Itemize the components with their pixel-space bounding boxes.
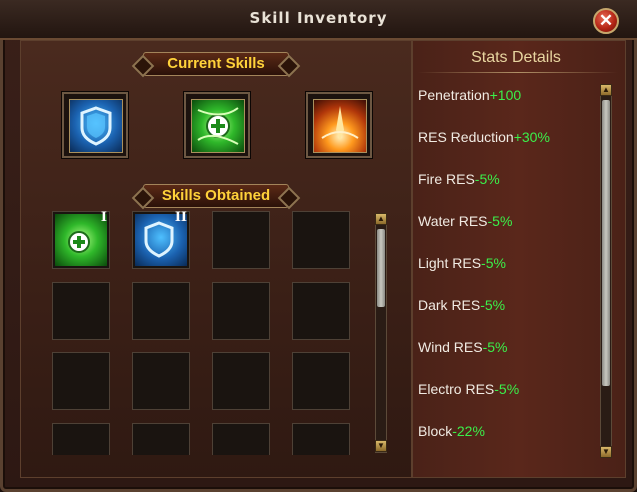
obtained-slot-8[interactable]: [292, 282, 350, 340]
obtained-slot-3[interactable]: [212, 211, 270, 269]
stats-scroll-down-button[interactable]: ▼: [600, 446, 612, 458]
shield-icon: [69, 99, 123, 153]
obtained-slot-13[interactable]: [52, 423, 110, 455]
stat-value: +30%: [513, 129, 550, 145]
title-bar: Skill Inventory ✕: [0, 0, 637, 40]
obtained-slot-6[interactable]: [132, 282, 190, 340]
stat-value: -5%: [487, 213, 513, 229]
obtained-slot-1[interactable]: I: [52, 210, 110, 269]
obtained-slot-7[interactable]: [212, 282, 270, 340]
stats-divider: [418, 72, 618, 73]
stat-value: -22%: [452, 423, 485, 439]
stat-value: -5%: [494, 381, 520, 397]
stat-label: Light RES: [418, 255, 482, 271]
stat-row: Wind RES-5%: [418, 339, 507, 355]
skills-obtained-grid: I II: [32, 197, 388, 455]
close-button[interactable]: ✕: [593, 8, 619, 34]
stat-label: Block: [418, 423, 453, 439]
stat-row: Penetration+100: [418, 87, 521, 103]
stat-value: -5%: [481, 255, 506, 271]
stat-row: Water RES-5%: [418, 213, 512, 229]
stat-label: Fire RES: [418, 171, 475, 187]
stat-value: +100: [489, 87, 522, 103]
stat-row: Fire RES-5%: [418, 171, 500, 187]
fire-burst-icon: [313, 99, 367, 153]
window-title: Skill Inventory: [249, 9, 388, 27]
stats-scroll-up-button[interactable]: ▲: [600, 84, 612, 96]
skills-scroll-up-button[interactable]: ▲: [375, 213, 387, 225]
stat-value: -5%: [482, 339, 508, 355]
stat-label: Penetration: [418, 87, 490, 103]
rank-label: II: [174, 210, 187, 225]
heal-icon: [191, 99, 245, 153]
stat-label: Water RES: [418, 213, 488, 229]
obtained-slot-15[interactable]: [212, 423, 270, 455]
rank-label: I: [100, 210, 107, 225]
skills-scroll-thumb[interactable]: [377, 229, 385, 307]
current-skill-slot-1[interactable]: [61, 91, 129, 159]
stat-label: Wind RES: [418, 339, 483, 355]
current-skill-slot-3[interactable]: [305, 91, 373, 159]
current-skill-slot-2[interactable]: [183, 91, 251, 159]
obtained-slot-12[interactable]: [292, 352, 350, 410]
stat-label: Dark RES: [418, 297, 481, 313]
obtained-slot-5[interactable]: [52, 282, 110, 340]
obtained-slot-4[interactable]: [292, 211, 350, 269]
close-icon: ✕: [598, 11, 614, 30]
stat-row: Light RES-5%: [418, 255, 506, 271]
stat-label: Electro RES: [418, 381, 495, 397]
obtained-slot-16[interactable]: [292, 423, 350, 455]
stat-row: Dark RES-5%: [418, 297, 505, 313]
obtained-slot-11[interactable]: [212, 352, 270, 410]
obtained-slot-10[interactable]: [132, 352, 190, 410]
current-skills-label: Current Skills: [167, 55, 265, 72]
obtained-slot-2[interactable]: II: [132, 210, 190, 269]
stat-label: RES Reduction: [418, 129, 514, 145]
stat-row: RES Reduction+30%: [418, 129, 550, 145]
stat-value: -5%: [474, 171, 500, 187]
stats-title: Stats Details: [471, 49, 561, 66]
skills-scroll-down-button[interactable]: ▼: [375, 440, 387, 452]
obtained-slot-9[interactable]: [52, 352, 110, 410]
obtained-slot-14[interactable]: [132, 423, 190, 455]
stat-row: Electro RES-5%: [418, 381, 519, 397]
stats-scroll-thumb[interactable]: [602, 100, 610, 386]
stat-row: Block-22%: [418, 423, 485, 439]
stat-value: -5%: [480, 297, 506, 313]
heal-icon: [55, 214, 107, 266]
current-skills-header: Current Skills: [143, 52, 289, 76]
